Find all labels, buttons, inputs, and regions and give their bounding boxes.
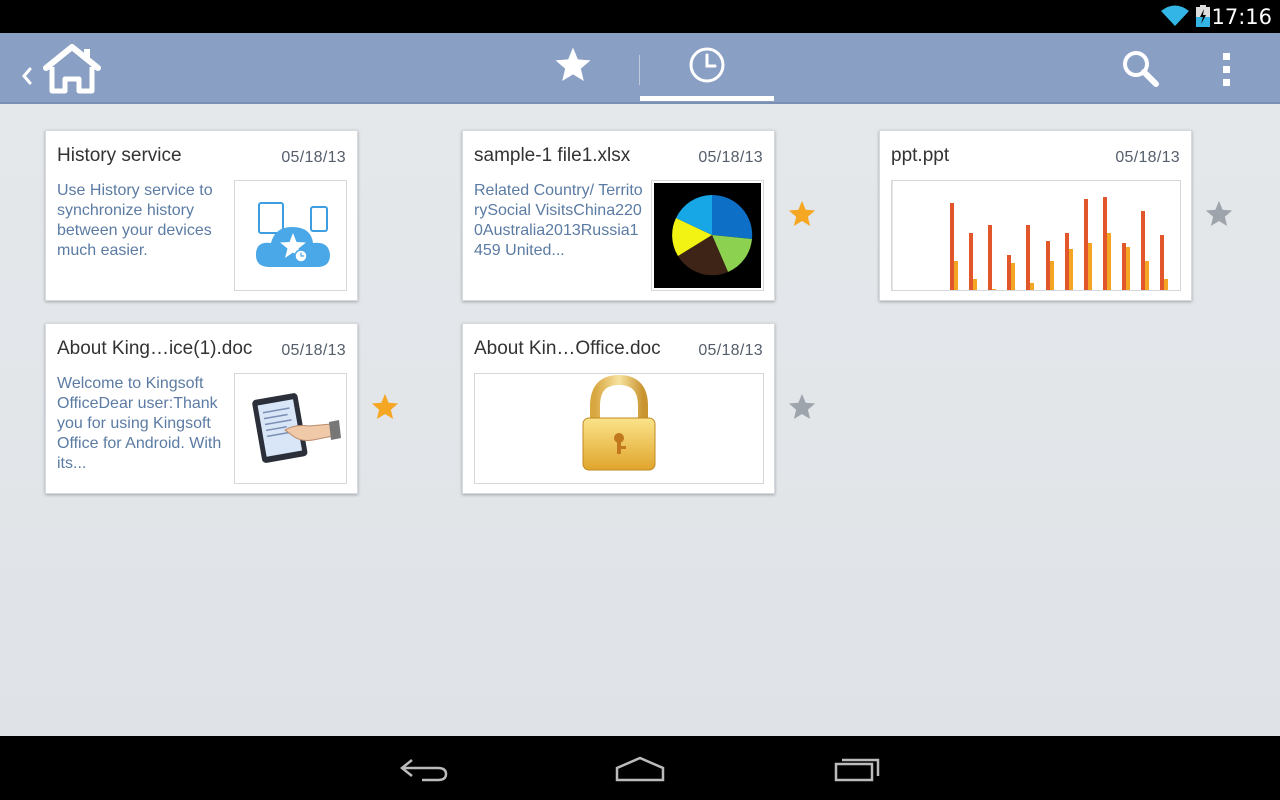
card-title: History service [57,145,182,166]
document-card-about-kingsoft-1[interactable]: About King…ice(1).doc 05/18/13 Welcome t… [45,323,358,494]
document-card-history-service[interactable]: History service 05/18/13 Use History ser… [45,130,358,301]
search-button[interactable] [1114,43,1168,93]
card-title: sample-1 file1.xlsx [474,145,631,166]
unstarred-toggle-icon[interactable] [1204,199,1234,229]
card-date: 05/18/13 [281,342,346,359]
action-bar [0,33,1280,104]
document-card-sample-xlsx[interactable]: sample-1 file1.xlsx 05/18/13 Related Cou… [462,130,775,301]
home-nav-icon [615,756,665,782]
card-date: 05/18/13 [698,149,763,166]
wifi-icon [1161,5,1189,26]
card-thumbnail [234,373,347,484]
status-bar: 17:16 [0,0,1280,33]
back-icon [399,759,448,782]
starred-toggle-icon[interactable] [787,199,817,229]
starred-toggle-icon[interactable] [370,392,400,422]
overflow-menu-icon [1223,53,1230,86]
system-navigation-bar [0,736,1280,800]
card-date: 05/18/13 [698,342,763,359]
card-thumbnail [234,180,347,291]
tab-recent[interactable] [640,33,774,101]
battery-charging-icon [1196,5,1210,27]
tablet-hand-preview [252,393,341,463]
unstarred-toggle-icon[interactable] [787,392,817,422]
document-card-ppt[interactable]: ppt.ppt 05/18/13 [879,130,1192,301]
cloud-sync-icon [255,202,330,267]
card-description: Welcome to Kingsoft OfficeDear user:Than… [57,375,222,472]
recents-icon [834,758,880,782]
card-title: About King…ice(1).doc [57,338,252,359]
recents-button[interactable] [828,750,888,786]
pie-chart-preview [654,183,761,288]
card-description: Related Country/ TerritorySocial VisitsC… [474,182,643,259]
card-title: About Kin…Office.doc [474,338,661,359]
card-thumbnail [891,180,1181,291]
card-date: 05/18/13 [1115,149,1180,166]
card-date: 05/18/13 [281,149,346,166]
back-button[interactable] [394,750,454,786]
padlock-preview [582,374,656,471]
card-thumbnail [651,180,764,291]
card-title: ppt.ppt [891,145,950,166]
overflow-menu-button[interactable] [1208,43,1248,93]
clock-time: 17:16 [1211,5,1272,29]
recent-documents-grid: History service 05/18/13 Use History ser… [0,105,1280,736]
tab-starred[interactable] [506,33,640,100]
home-icon [22,44,101,94]
star-icon [555,47,591,81]
search-icon [1123,51,1159,87]
home-button[interactable] [18,41,102,95]
home-nav-button[interactable] [610,750,670,786]
document-card-about-kingsoft[interactable]: About Kin…Office.doc 05/18/13 [462,323,775,494]
card-thumbnail [474,373,764,484]
bar-chart-preview [892,181,1168,290]
card-description: Use History service to synchronize histo… [57,182,213,259]
clock-icon [689,47,725,83]
